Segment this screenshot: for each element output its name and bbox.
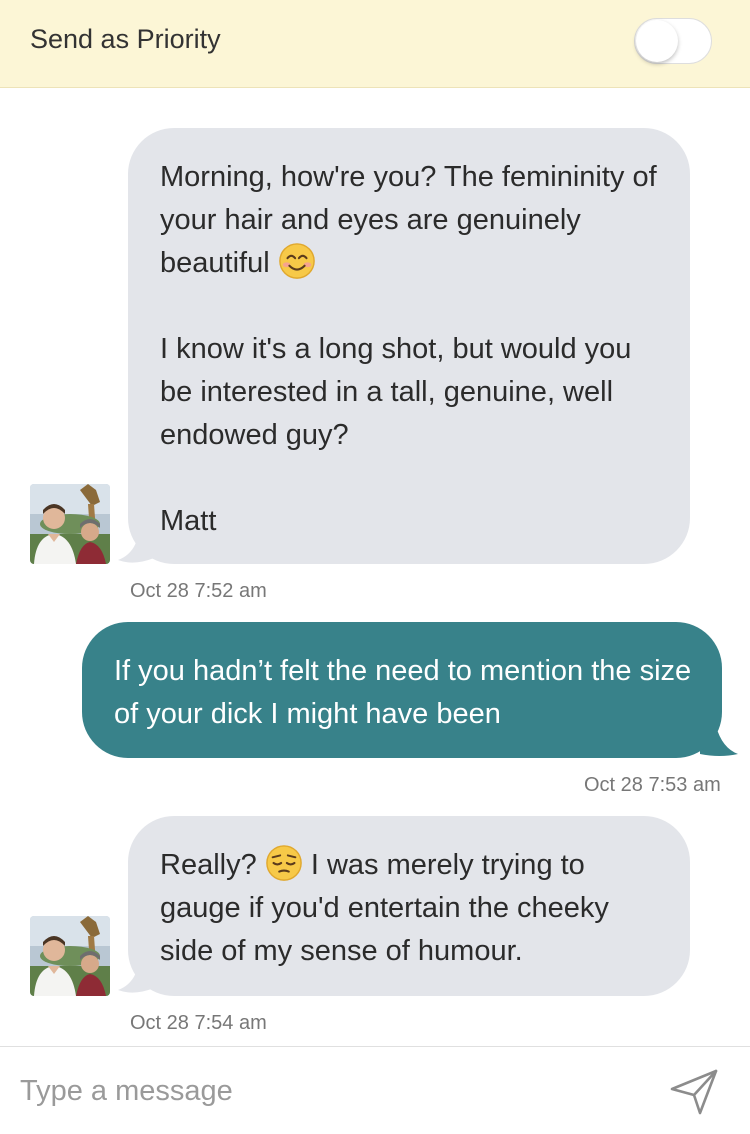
message-composer [0, 1046, 750, 1134]
message-timestamp: Oct 28 7:54 am [130, 1012, 267, 1034]
priority-bar: Send as Priority [0, 0, 750, 88]
message-timestamp: Oct 28 7:53 am [584, 774, 721, 796]
priority-label: Send as Priority [30, 24, 221, 54]
message-timestamp: Oct 28 7:52 am [130, 580, 267, 602]
message-text: Morning, how're you? The femininity of y… [160, 161, 657, 279]
avatar[interactable] [30, 916, 110, 996]
message-paragraph: I know it's a long shot, but would you b… [160, 333, 632, 451]
priority-toggle[interactable] [634, 18, 712, 64]
message-paragraph: Morning, how're you? The femininity of y… [160, 156, 660, 285]
smiling-face-emoji [278, 243, 315, 279]
message-text-part: Really? [160, 849, 257, 881]
message-signature: Matt [160, 505, 217, 537]
message-bubble-incoming[interactable]: Really? I was merely trying to gauge if … [128, 816, 690, 996]
avatar-photo [30, 484, 110, 564]
avatar-photo [30, 916, 110, 996]
send-icon [670, 1069, 718, 1115]
toggle-knob [636, 20, 678, 62]
message-text: Really? I was merely trying to gauge if … [160, 844, 660, 973]
message-input[interactable] [20, 1071, 620, 1111]
message-bubble-outgoing[interactable]: If you hadn’t felt the need to mention t… [82, 622, 722, 758]
avatar[interactable] [30, 484, 110, 564]
message-bubble-incoming[interactable]: Morning, how're you? The femininity of y… [128, 128, 690, 564]
pensive-face-emoji [265, 845, 302, 881]
send-button[interactable] [668, 1065, 722, 1119]
message-text: If you hadn’t felt the need to mention t… [114, 655, 692, 730]
